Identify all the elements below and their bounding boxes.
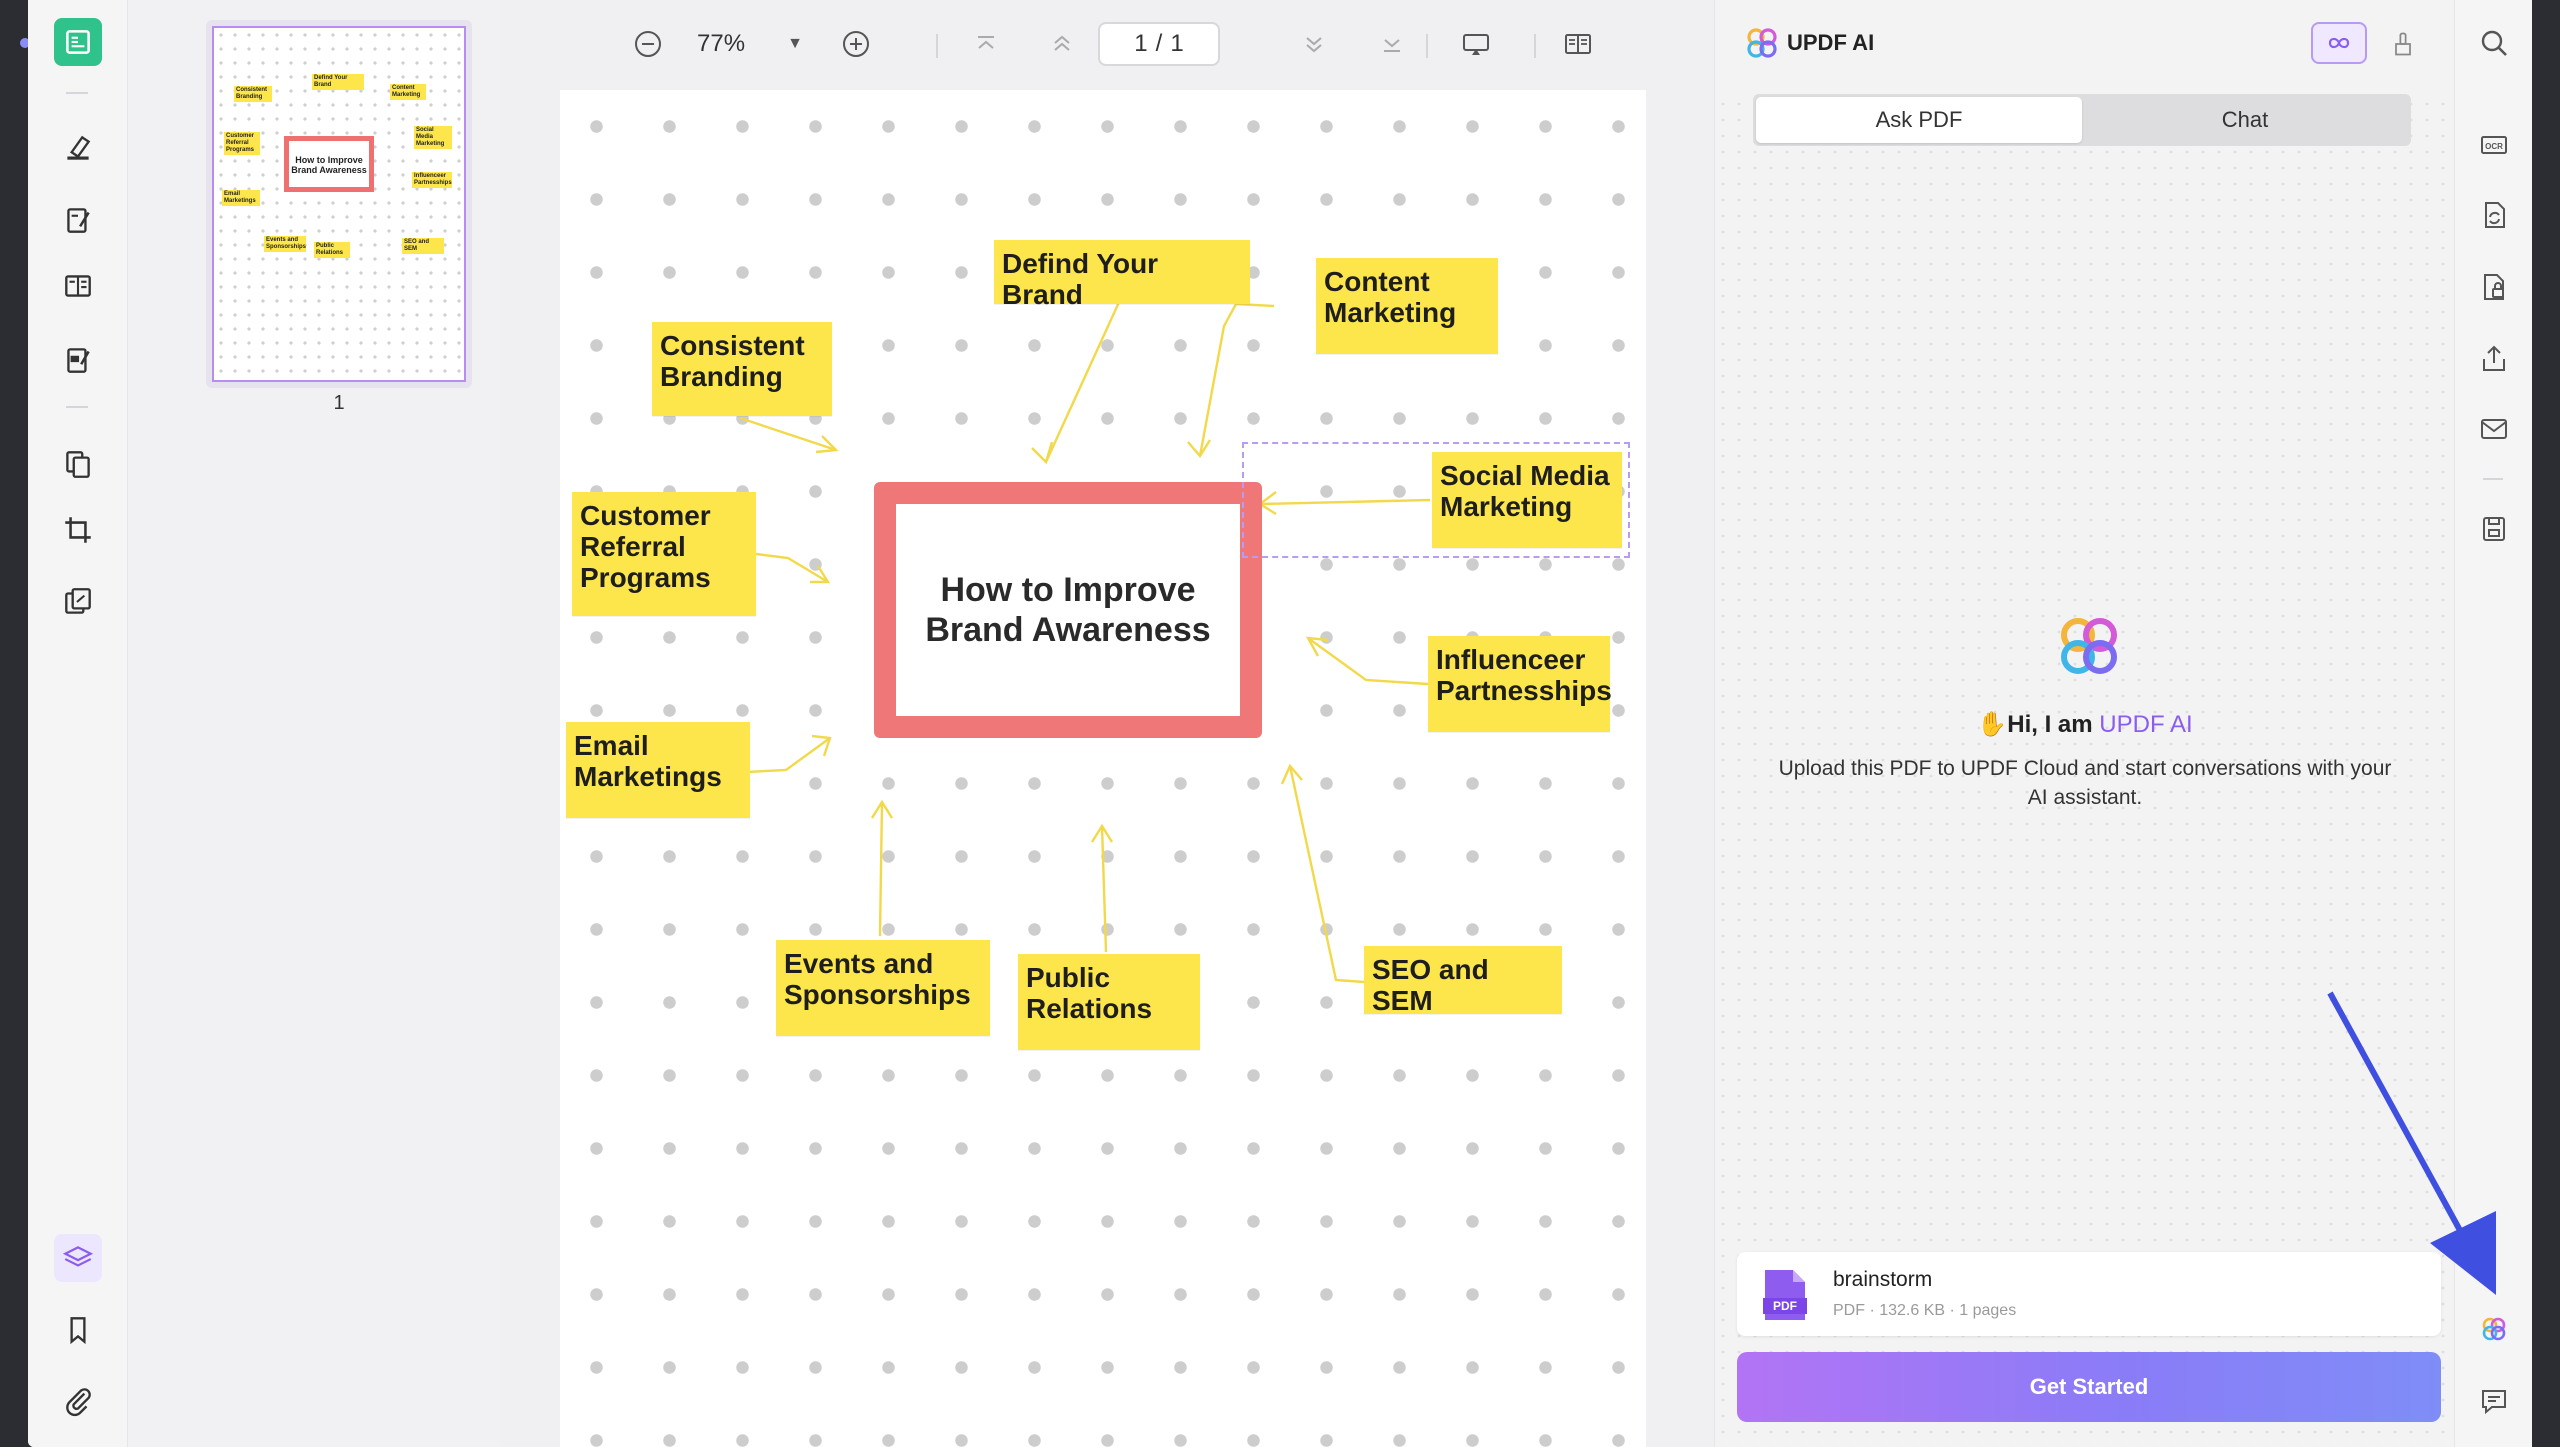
- thumb-note: Email Marketings: [222, 190, 260, 206]
- zoom-value: 77%: [697, 30, 746, 57]
- highlighter-icon[interactable]: [54, 124, 102, 172]
- zoom-in-icon[interactable]: [832, 20, 880, 68]
- sticky-note[interactable]: Content Marketing: [1316, 258, 1498, 354]
- pdf-icon-label: PDF: [1773, 1299, 1797, 1313]
- save-icon[interactable]: [2473, 508, 2515, 550]
- thumb-note: Consistent Branding: [234, 86, 272, 102]
- thumb-note: SEO and SEM: [402, 238, 444, 254]
- attachment-icon[interactable]: [54, 1376, 102, 1424]
- sticky-note[interactable]: Email Marketings: [566, 722, 750, 818]
- thumb-note: Content Marketing: [390, 84, 426, 100]
- updf-ai-logo-icon: [1747, 28, 1777, 58]
- total-pages: 1: [1170, 30, 1184, 57]
- sticky-note[interactable]: Public Relations: [1018, 954, 1200, 1050]
- protect-icon[interactable]: [2473, 266, 2515, 308]
- thumb-note: Influenceer Partnesships: [412, 172, 452, 188]
- rail-divider: [2483, 478, 2503, 480]
- first-page-icon[interactable]: [966, 20, 1006, 68]
- thumb-note: Customer Referral Programs: [224, 132, 260, 155]
- sticky-note[interactable]: Events and Sponsorships: [776, 940, 990, 1036]
- toolbar-divider: [1534, 34, 1536, 58]
- pdf-file-icon: PDF: [1763, 1270, 1807, 1320]
- thumb-note: Public Relations: [314, 242, 350, 258]
- layers-icon[interactable]: [54, 1234, 102, 1282]
- pdf-page[interactable]: How to Improve Brand Awareness Defind Yo…: [560, 90, 1646, 1447]
- view-toolbar: 77% ▼ 1 / 1: [500, 0, 1714, 90]
- next-page-icon[interactable]: [1294, 20, 1334, 68]
- get-started-button[interactable]: Get Started: [1737, 1352, 2441, 1422]
- ocr-icon[interactable]: OCR: [2473, 124, 2515, 166]
- wave-hand-icon: ✋: [1977, 711, 2008, 738]
- thumbnail-preview: Consistent Branding Defind Your Brand Co…: [212, 26, 466, 382]
- thumb-center-box: How to Improve Brand Awareness: [284, 136, 374, 192]
- updf-window: Consistent Branding Defind Your Brand Co…: [28, 0, 2532, 1447]
- toolbar-divider: [1426, 34, 1428, 58]
- crop-icon[interactable]: [54, 506, 102, 554]
- zoom-select[interactable]: 77% ▼: [690, 20, 810, 68]
- left-tool-rail: [28, 0, 128, 1447]
- slideshow-icon[interactable]: [1452, 20, 1500, 68]
- previous-page-icon[interactable]: [1042, 20, 1082, 68]
- organize-icon[interactable]: [54, 262, 102, 310]
- rail-divider: [66, 92, 88, 94]
- page-separator: /: [1155, 30, 1163, 57]
- sticky-note[interactable]: Consistent Branding: [652, 322, 832, 416]
- toolbar-divider: [936, 34, 938, 58]
- updf-ai-hero-icon: [2061, 618, 2117, 674]
- page-layout-icon[interactable]: [1554, 20, 1602, 68]
- sticky-note[interactable]: Social Media Marketing: [1432, 452, 1622, 548]
- comment-icon[interactable]: [2473, 1380, 2515, 1422]
- svg-text:OCR: OCR: [2485, 142, 2503, 151]
- email-icon[interactable]: [2473, 408, 2515, 450]
- file-meta: PDF · 132.6 KB · 1 pages: [1833, 1302, 2017, 1319]
- clear-chat-icon[interactable]: [2383, 24, 2423, 64]
- ai-greeting: ✋Hi, I am UPDF AI: [1715, 710, 2455, 739]
- greeting-brand: UPDF AI: [2099, 711, 2193, 738]
- ai-panel-title: UPDF AI: [1787, 30, 1875, 55]
- thumbnail-panel: Consistent Branding Defind Your Brand Co…: [128, 0, 500, 1447]
- search-icon[interactable]: [2473, 22, 2515, 64]
- sticky-note[interactable]: Customer Referral Programs: [572, 492, 756, 616]
- ai-mode-tabs: Ask PDF Chat: [1753, 94, 2411, 146]
- infinity-icon[interactable]: [2311, 22, 2367, 64]
- sticky-note[interactable]: SEO and SEM: [1364, 946, 1562, 1016]
- document-area: 77% ▼ 1 / 1 How to Improve Brand Awarene…: [500, 0, 1714, 1447]
- tab-ask-pdf[interactable]: Ask PDF: [1756, 97, 2082, 143]
- convert-icon[interactable]: [54, 440, 102, 488]
- compress-icon[interactable]: [54, 578, 102, 626]
- edit-pdf-icon[interactable]: [54, 196, 102, 244]
- form-icon[interactable]: [54, 336, 102, 384]
- thumb-note: Social Media Marketing: [414, 126, 452, 149]
- updf-ai-icon[interactable]: [2473, 1308, 2515, 1350]
- chevron-down-icon: ▼: [787, 35, 803, 52]
- page-thumbnail[interactable]: Consistent Branding Defind Your Brand Co…: [206, 20, 472, 388]
- reader-icon[interactable]: [54, 18, 102, 66]
- convert-pdf-icon[interactable]: [2473, 194, 2515, 236]
- thumb-note: Events and Sponsorships: [264, 236, 307, 252]
- bookmark-icon[interactable]: [54, 1306, 102, 1354]
- last-page-icon[interactable]: [1372, 20, 1412, 68]
- ai-greeting-subtitle: Upload this PDF to UPDF Cloud and start …: [1778, 757, 2392, 809]
- page-number-input[interactable]: 1 / 1: [1098, 22, 1220, 66]
- rail-divider: [66, 406, 88, 408]
- share-icon[interactable]: [2473, 338, 2515, 380]
- sticky-note[interactable]: Influenceer Partnesships: [1428, 636, 1612, 732]
- thumb-note: Defind Your Brand: [312, 74, 364, 90]
- central-topic-box: How to Improve Brand Awareness: [874, 482, 1262, 738]
- zoom-out-icon[interactable]: [624, 20, 672, 68]
- current-page: 1: [1134, 30, 1148, 57]
- thumbnail-page-number: 1: [333, 392, 345, 414]
- ai-panel-header: UPDF AI: [1715, 0, 2455, 90]
- tab-chat[interactable]: Chat: [2082, 97, 2408, 143]
- sticky-note[interactable]: Defind Your Brand: [994, 240, 1250, 310]
- pointer-arrow-icon: [2327, 991, 2496, 1295]
- file-name: brainstorm: [1833, 1268, 1933, 1291]
- greeting-text: Hi, I am: [2007, 711, 2100, 738]
